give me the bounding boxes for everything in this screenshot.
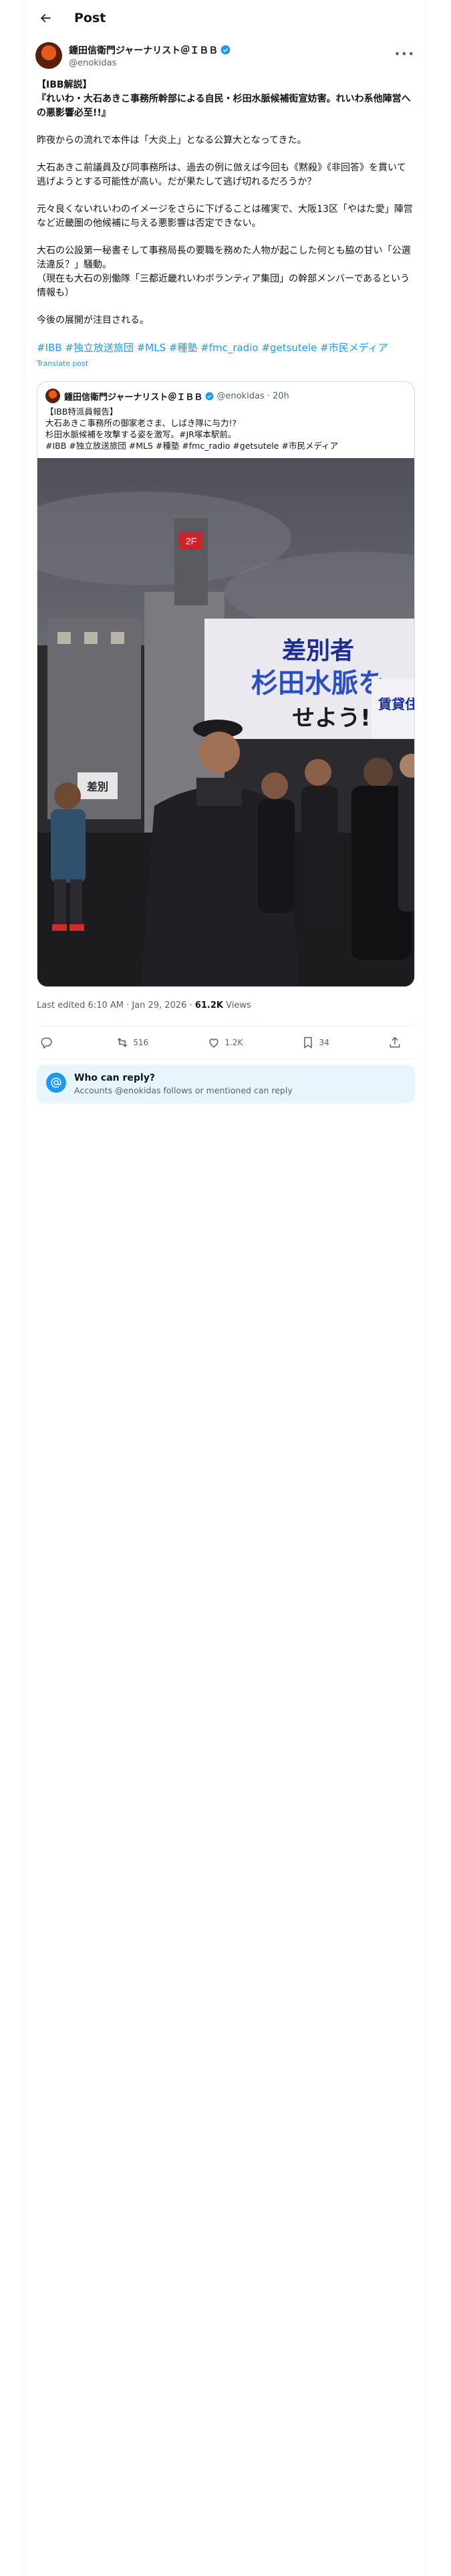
post-paragraph: 元々良くないれいわのイメージをさらに下げることは確実で、大阪13区「やはた愛」陣… — [37, 204, 413, 229]
bookmark-count: 34 — [319, 1038, 329, 1047]
page-title: Post — [74, 10, 106, 25]
sign-side: 賃貸住宅 — [378, 696, 414, 712]
post-body: 【IBB解説】『れいわ・大石あきこ事務所幹部による自民・杉田水脈候補街宣妨害。れ… — [26, 78, 426, 370]
views-label: Views — [223, 1000, 251, 1010]
post-paragraph: 大石あきこ前議員及び同事務所は、過去の例に倣えば今回も《黙殺》《非回答》を貫いて… — [37, 163, 406, 187]
edited-timestamp[interactable]: Last edited 6:10 AM · Jan 29, 2026 · — [37, 1000, 195, 1010]
quoted-time: · 20h — [267, 391, 289, 401]
bookmark-button[interactable]: 34 — [301, 1036, 329, 1049]
like-count: 1.2K — [224, 1038, 243, 1047]
post-meta: Last edited 6:10 AM · Jan 29, 2026 · 61.… — [26, 1000, 426, 1014]
like-icon — [209, 1039, 218, 1048]
verified-badge-icon[interactable] — [220, 45, 231, 55]
sign-small: 差別 — [87, 780, 108, 793]
share-icon — [390, 1037, 400, 1048]
author-display-name[interactable]: 鍾田信衛門ジャーナリスト＠ＩＢＢ — [69, 43, 218, 57]
quoted-post[interactable]: 鍾田信衛門ジャーナリスト＠ＩＢＢ @enokidas · 20h 【IBB特派員… — [37, 381, 415, 987]
street-photo: 2F 差別者 杉田水脈を せよう! 賃貸住宅 差別 — [37, 458, 414, 986]
post-paragraph: 昨夜からの流れで本件は「大炎上」となる公算大となってきた。 — [37, 135, 307, 146]
post-frame: Post 鍾田信衛門ジャーナリスト＠ＩＢＢ @enokidas ••• 【IBB… — [25, 0, 426, 2576]
quoted-post-header: 鍾田信衛門ジャーナリスト＠ＩＢＢ @enokidas · 20h — [37, 382, 414, 403]
back-arrow-icon — [41, 13, 51, 22]
reply-icon — [41, 1037, 52, 1049]
share-button[interactable] — [388, 1036, 406, 1049]
reply-title: Who can reply? — [74, 1073, 155, 1083]
repost-count: 516 — [133, 1038, 149, 1047]
sign-title: 杉田水脈を — [251, 668, 385, 699]
quoted-avatar — [45, 389, 60, 403]
sign-bottom: せよう! — [292, 705, 371, 732]
post-paragraph: 大石の公設第一秘書そして事務局長の要職を務めた人物が起こした何とも脇の甘い「公選… — [37, 245, 411, 298]
reply-subtitle: Accounts @enokidas follows or mentioned … — [74, 1085, 293, 1095]
quoted-photo[interactable]: 2F 差別者 杉田水脈を せよう! 賃貸住宅 差別 — [37, 458, 414, 986]
post-title-line2: 『れいわ・大石あきこ事務所幹部による自民・杉田水脈候補街宣妨害。れいわ系他陣営へ… — [37, 94, 411, 118]
post-hashtags[interactable]: #IBB #独立放送旅団 #MLS #種塾 #fmc_radio #getsut… — [37, 341, 415, 355]
quoted-text: 【IBB特派員報告】 大石あきこ事務所の御家老さま、しばき隊に与力!? 杉田水脈… — [45, 407, 339, 451]
post-title: 【IBB解説】『れいわ・大石あきこ事務所幹部による自民・杉田水脈候補街宣妨害。れ… — [37, 78, 415, 120]
action-bar: 516 1.2K 34 — [26, 1027, 426, 1059]
at-sign-icon — [46, 1073, 66, 1093]
sign-top: 差別者 — [282, 637, 354, 665]
like-button[interactable]: 1.2K — [207, 1036, 243, 1049]
post-paragraph: 今後の展開が注目される。 — [37, 315, 149, 326]
verified-badge-icon — [205, 392, 214, 401]
reply-restriction-notice: Who can reply? Accounts @enokidas follow… — [37, 1065, 415, 1103]
repost-button[interactable]: 516 — [116, 1036, 148, 1049]
bookmark-icon — [304, 1037, 313, 1049]
repost-icon — [118, 1038, 128, 1047]
post-author: 鍾田信衛門ジャーナリスト＠ＩＢＢ @enokidas ••• — [26, 35, 426, 69]
more-icon[interactable]: ••• — [394, 47, 415, 60]
author-handle[interactable]: @enokidas — [69, 58, 231, 68]
neon-sign: 2F — [186, 536, 196, 546]
avatar[interactable] — [35, 42, 62, 69]
translate-post-link[interactable]: Translate post — [37, 356, 415, 370]
quoted-handle: @enokidas — [216, 391, 265, 401]
back-button[interactable] — [34, 7, 57, 29]
post-header: Post — [26, 0, 426, 35]
post-title-line1: 【IBB解説】 — [37, 80, 92, 90]
quoted-display-name: 鍾田信衛門ジャーナリスト＠ＩＢＢ — [64, 392, 203, 403]
reply-button[interactable] — [39, 1036, 57, 1049]
views-count: 61.2K — [194, 1000, 223, 1010]
